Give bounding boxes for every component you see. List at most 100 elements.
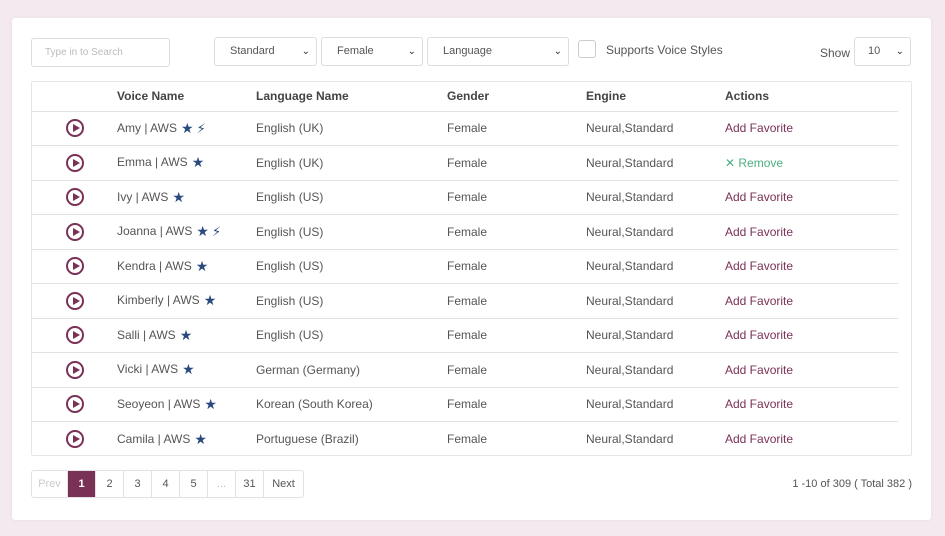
star-icon: ★ [195, 257, 209, 274]
page-button-1[interactable]: 1 [68, 471, 96, 497]
actions-cell: Add Favorite [725, 387, 898, 422]
gender-cell: Female [447, 180, 586, 215]
next-page-button[interactable]: Next [264, 471, 303, 497]
star-icon: ★ [196, 223, 209, 240]
play-cell [32, 180, 117, 215]
engine-select[interactable]: Standard ⌄ [214, 37, 317, 66]
add-favorite-button[interactable]: Add Favorite [725, 190, 793, 204]
engine-cell: Neural,Standard [586, 432, 674, 446]
chevron-down-icon: ⌄ [895, 46, 904, 57]
gender-select[interactable]: Female ⌄ [321, 37, 423, 66]
add-favorite-button[interactable]: Add Favorite [725, 121, 793, 135]
add-favorite-button[interactable]: Add Favorite [725, 328, 793, 342]
engine-cell: Neural,Standard [586, 180, 725, 215]
remove-favorite-button[interactable]: ✕ Remove [725, 156, 783, 170]
voice-name-cell: Salli | AWS ★ [117, 318, 256, 353]
play-cell [32, 214, 117, 250]
gender-cell: Female [447, 283, 586, 319]
voice-name-cell: Emma | AWS ★ [117, 145, 256, 181]
table-row: Emma | AWS ★ English (UK) Female Neural,Stan… [32, 145, 898, 181]
column-header-engine: Engine [586, 82, 725, 112]
prev-page-button[interactable]: Prev [32, 471, 68, 497]
table-row: Kendra | AWS ★ English (US) Female Neural,St… [32, 249, 898, 284]
language-select[interactable]: Language ⌄ [427, 37, 569, 66]
search-input[interactable] [31, 38, 170, 67]
voice-name: Kimberly | AWS [117, 293, 200, 308]
gender-select-value: Female [337, 45, 374, 57]
page-ellipsis: ... [208, 471, 236, 497]
engine-cell: Neural,Standard [586, 214, 725, 250]
add-favorite-button[interactable]: Add Favorite [725, 294, 793, 308]
actions-cell: ✕ Remove [725, 145, 898, 181]
voice-name-cell: Kimberly | AWS ★ [117, 283, 256, 319]
column-header-actions: Actions [725, 82, 898, 112]
play-icon[interactable] [65, 360, 84, 379]
page-button-31[interactable]: 31 [236, 471, 264, 497]
voice-name: Amy | AWS [117, 120, 178, 135]
star-icon: ★ [194, 430, 207, 447]
gender-cell: Female [447, 214, 586, 250]
page-button-4[interactable]: 4 [152, 471, 180, 497]
voice-name: Salli | AWS [117, 327, 176, 342]
language-cell: English (UK) [256, 111, 447, 146]
language-cell: English (UK) [256, 145, 447, 181]
play-icon[interactable] [65, 291, 84, 310]
voice-list-card: Standard ⌄ Female ⌄ Language ⌄ Supports … [12, 18, 931, 520]
page-button-5[interactable]: 5 [180, 471, 208, 497]
play-icon[interactable] [65, 395, 84, 414]
play-cell [32, 249, 117, 284]
page-size-value: 10 [868, 45, 881, 57]
voice-name: Vicki | AWS [117, 362, 179, 377]
play-icon[interactable] [65, 257, 84, 276]
play-cell [32, 283, 117, 319]
language-cell: English (US) [256, 283, 447, 319]
page-button-3[interactable]: 3 [124, 471, 152, 497]
voice-name-cell: Camila | AWS ★ [117, 422, 256, 457]
results-summary: 1 -10 of 309 ( Total 382 ) [792, 478, 912, 490]
add-favorite-button[interactable]: Add Favorite [725, 397, 793, 411]
engine-cell: Neural,Standard [586, 145, 725, 181]
voice-styles-checkbox[interactable] [578, 40, 596, 58]
page-button-2[interactable]: 2 [96, 471, 124, 497]
gender-cell: Female [447, 145, 586, 181]
table-row: Joanna | AWS ★ ⚡︎ English (US) Female Neural,… [32, 214, 898, 250]
play-icon[interactable] [65, 326, 84, 345]
play-icon[interactable] [65, 222, 84, 241]
engine-select-value: Standard [230, 45, 275, 57]
play-icon[interactable] [65, 188, 84, 207]
lightning-icon: ⚡︎ [196, 120, 206, 136]
voice-name-cell: Ivy | AWS ★ [117, 180, 256, 215]
voice-name-cell: Vicki | AWS ★ [117, 352, 256, 388]
voice-name: Kendra | AWS [117, 258, 192, 273]
play-icon[interactable] [65, 153, 84, 172]
star-icon: ★ [172, 188, 185, 205]
language-cell: English (US) [256, 318, 447, 353]
table-row: Kimberly | AWS ★ English (US) Female Neural,… [32, 283, 898, 319]
play-icon[interactable] [65, 430, 84, 448]
table-row: Camila | AWS ★ Portuguese (Brazil) Female Ne… [32, 422, 898, 457]
add-favorite-button[interactable]: Add Favorite [725, 432, 793, 446]
add-favorite-button[interactable]: Add Favorite [725, 363, 793, 377]
star-icon: ★ [181, 119, 194, 136]
engine-cell: Neural,Standard [586, 352, 725, 388]
language-cell: English (US) [256, 180, 447, 215]
voice-name: Joanna | AWS [117, 224, 193, 239]
engine-cell: Neural,Standard [586, 283, 725, 319]
add-favorite-button[interactable]: Add Favorite [725, 259, 793, 273]
play-cell [32, 387, 117, 422]
star-icon: ★ [179, 326, 193, 343]
language-cell: Portuguese (Brazil) [256, 432, 359, 446]
star-icon: ★ [204, 395, 217, 412]
voice-name-cell: Amy | AWS ★ ⚡︎ [117, 111, 256, 146]
voices-table: Voice Name Language Name Gender Engine A… [32, 82, 898, 456]
column-header-language: Language Name [256, 82, 447, 112]
chevron-down-icon: ⌄ [553, 46, 562, 57]
actions-cell: Add Favorite [725, 214, 898, 250]
gender-cell: Female [447, 318, 586, 353]
gender-cell: Female [447, 249, 586, 284]
page-size-select[interactable]: 10 ⌄ [854, 37, 911, 66]
add-favorite-button[interactable]: Add Favorite [725, 225, 793, 239]
gender-cell: Female [447, 352, 586, 388]
play-icon[interactable] [65, 119, 84, 138]
voice-name: Seoyeon | AWS [117, 396, 201, 411]
